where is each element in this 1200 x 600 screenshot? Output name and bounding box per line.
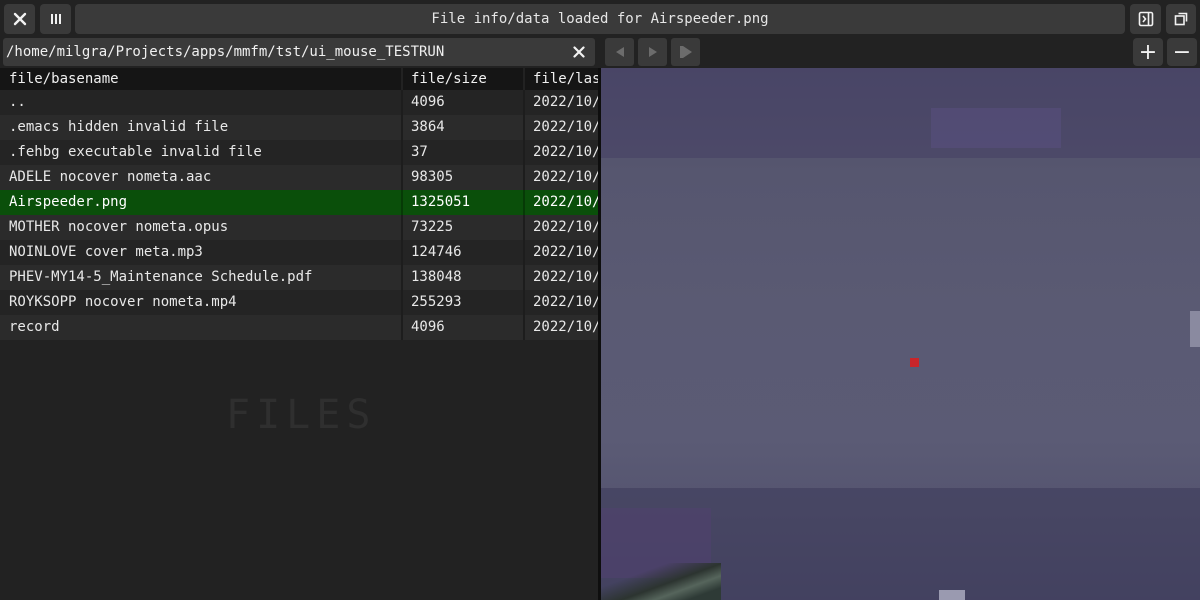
file-size: 3864: [411, 119, 445, 135]
file-size: 73225: [411, 219, 454, 235]
vertical-scrollbar[interactable]: [1190, 311, 1200, 347]
plus-icon: +: [1138, 39, 1158, 65]
preview-haze: [931, 108, 1061, 148]
triangle-left-icon: [615, 47, 624, 57]
file-size: 4096: [411, 94, 445, 110]
file-row[interactable]: PHEV-MY14-5_Maintenance Schedule.pdf 1380…: [0, 265, 598, 290]
file-row[interactable]: .emacs hidden invalid file 3864 2022/10/: [0, 115, 598, 140]
file-row[interactable]: .fehbg executable invalid file 37 2022/10/: [0, 140, 598, 165]
file-basename: ADELE nocover nometa.aac: [9, 169, 212, 185]
column-header-last[interactable]: file/las: [533, 68, 598, 90]
fullscreen-icon: [1174, 12, 1188, 26]
file-list[interactable]: FILES file/basename file/size file/las .…: [0, 68, 598, 600]
file-basename: Airspeeder.png: [9, 194, 128, 210]
file-last-modified: 2022/10/: [533, 294, 598, 310]
red-marker: [910, 358, 919, 367]
file-last-modified: 2022/10/: [533, 169, 598, 185]
column-header-size[interactable]: file/size: [411, 68, 521, 90]
file-size: 98305: [411, 169, 454, 185]
status-message: File info/data loaded for Airspeeder.png: [75, 4, 1125, 34]
column-header-basename[interactable]: file/basename: [9, 68, 401, 90]
preview-ground: [601, 563, 721, 600]
close-icon: [573, 46, 585, 58]
file-size: 138048: [411, 269, 462, 285]
columns-icon: [50, 14, 61, 24]
file-size: 37: [411, 144, 428, 160]
preview-haze: [601, 68, 1200, 158]
zoom-in-button[interactable]: +: [1133, 38, 1163, 66]
file-list-header: file/basename file/size file/las: [0, 68, 598, 90]
fullscreen-button[interactable]: [1166, 4, 1196, 34]
file-basename: MOTHER nocover nometa.opus: [9, 219, 229, 235]
close-button[interactable]: [4, 4, 35, 34]
file-basename: ROYKSOPP nocover nometa.mp4: [9, 294, 237, 310]
file-size: 4096: [411, 319, 445, 335]
file-basename: NOINLOVE cover meta.mp3: [9, 244, 203, 260]
previous-button[interactable]: [605, 38, 634, 66]
file-row[interactable]: record 4096 2022/10/: [0, 315, 598, 340]
file-size: 255293: [411, 294, 462, 310]
file-size: 124746: [411, 244, 462, 260]
side-panel-button[interactable]: [1130, 4, 1161, 34]
path-text: /home/milgra/Projects/apps/mmfm/tst/ui_m…: [6, 44, 445, 60]
close-icon: [13, 12, 26, 26]
file-basename: .fehbg executable invalid file: [9, 144, 262, 160]
file-row[interactable]: NOINLOVE cover meta.mp3 124746 2022/10/: [0, 240, 598, 265]
file-last-modified: 2022/10/: [533, 94, 598, 110]
file-size: 1325051: [411, 194, 471, 210]
file-last-modified: 2022/10/: [533, 194, 598, 210]
file-row[interactable]: Airspeeder.png 1325051 2022/10/: [0, 190, 598, 215]
file-basename: record: [9, 319, 60, 335]
zoom-out-button[interactable]: −: [1167, 38, 1197, 66]
file-last-modified: 2022/10/: [533, 244, 598, 260]
path-input[interactable]: /home/milgra/Projects/apps/mmfm/tst/ui_m…: [3, 38, 595, 66]
file-last-modified: 2022/10/: [533, 119, 598, 135]
file-last-modified: 2022/10/: [533, 219, 598, 235]
file-basename: .emacs hidden invalid file: [9, 119, 229, 135]
file-basename: PHEV-MY14-5_Maintenance Schedule.pdf: [9, 269, 313, 285]
file-row[interactable]: ROYKSOPP nocover nometa.mp4 255293 2022/10…: [0, 290, 598, 315]
file-last-modified: 2022/10/: [533, 319, 598, 335]
triangle-right-icon: [648, 47, 657, 57]
files-watermark: FILES: [226, 392, 377, 434]
file-last-modified: 2022/10/: [533, 144, 598, 160]
minus-icon: −: [1172, 39, 1192, 65]
horizontal-scrollbar[interactable]: [939, 590, 965, 600]
file-basename: ..: [9, 94, 26, 110]
skip-next-icon: [679, 46, 692, 58]
file-row[interactable]: MOTHER nocover nometa.opus 73225 2022/10/: [0, 215, 598, 240]
next-button[interactable]: [671, 38, 700, 66]
side-panel-icon: [1138, 11, 1153, 27]
columns-button[interactable]: [40, 4, 71, 34]
file-row[interactable]: ADELE nocover nometa.aac 98305 2022/10/: [0, 165, 598, 190]
clear-path-button[interactable]: [569, 42, 589, 62]
play-button[interactable]: [638, 38, 667, 66]
file-row[interactable]: .. 4096 2022/10/: [0, 90, 598, 115]
file-last-modified: 2022/10/: [533, 269, 598, 285]
image-preview[interactable]: [601, 68, 1200, 600]
